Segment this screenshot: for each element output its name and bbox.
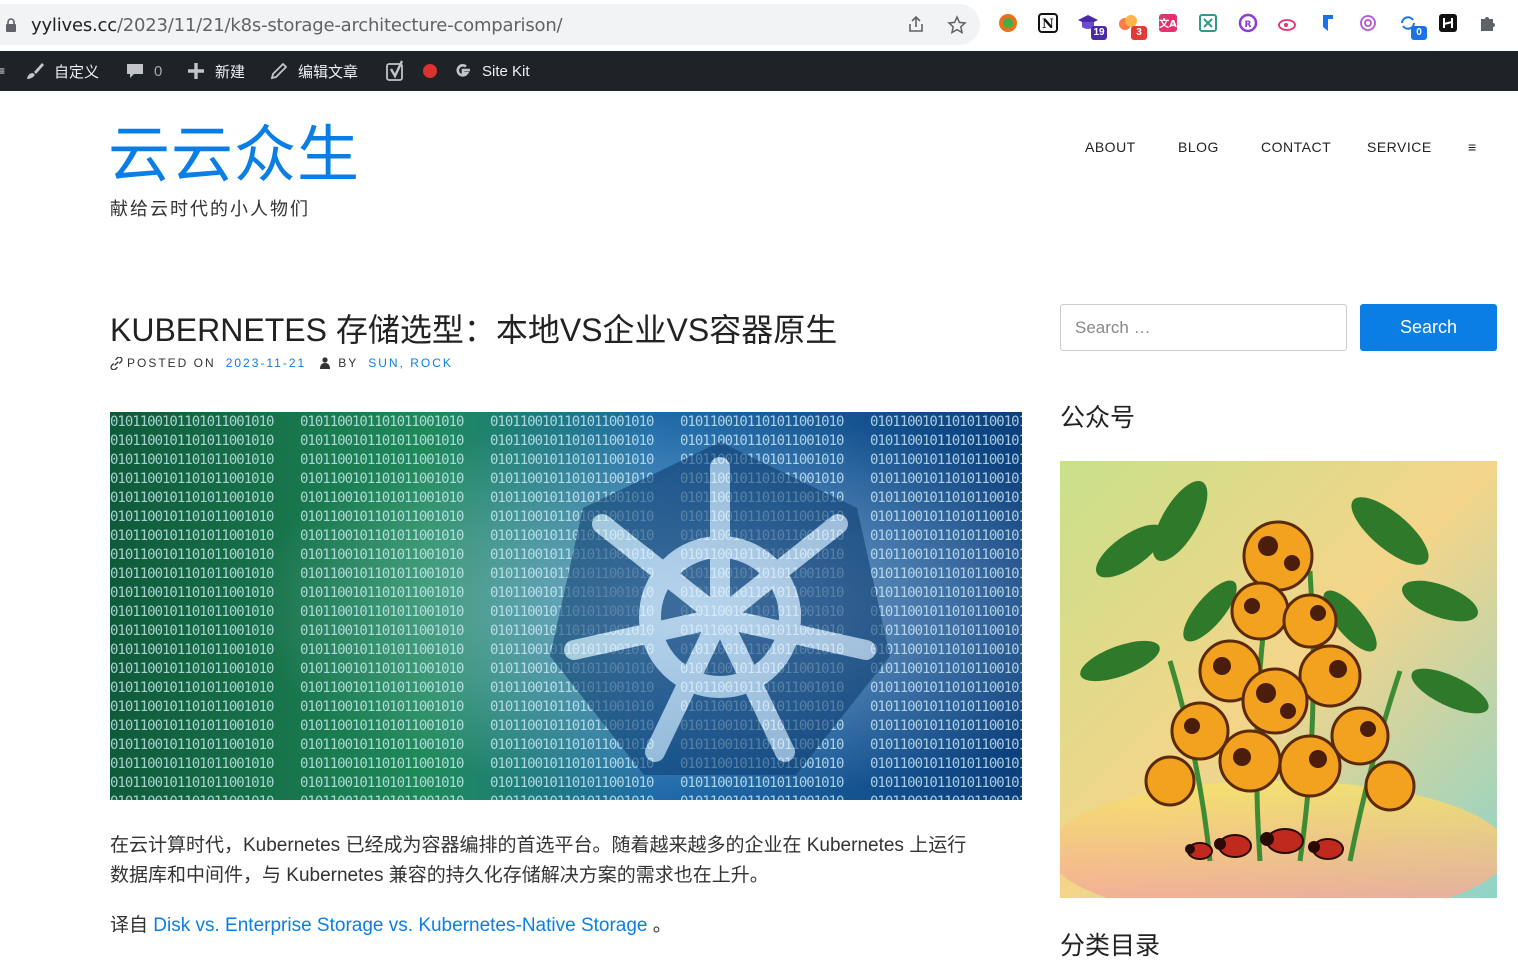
site-tagline: 献给云时代的小人物们 xyxy=(110,199,310,219)
wp-menu-icon[interactable]: ≡ xyxy=(0,51,5,91)
nav-about[interactable]: ABOUT xyxy=(1085,139,1136,155)
site-kit-link[interactable]: Site Kit xyxy=(453,51,530,91)
widget-title-categories: 分类目录 xyxy=(1060,932,1161,960)
svg-text:文A: 文A xyxy=(1159,17,1177,30)
translate-icon[interactable]: 文A xyxy=(1157,12,1179,34)
svg-text:R: R xyxy=(1245,20,1252,30)
post-author[interactable]: SUN, ROCK xyxy=(368,356,453,370)
user-icon xyxy=(320,357,331,369)
notion-icon[interactable]: N xyxy=(1037,12,1059,34)
search-button[interactable]: Search xyxy=(1360,304,1497,351)
site-kit-label: Site Kit xyxy=(482,62,530,80)
puzzle-icon[interactable] xyxy=(1477,12,1499,34)
cloud-extension-icon[interactable]: 3 xyxy=(1117,12,1147,40)
brush-icon xyxy=(27,63,44,79)
grid-extension-icon[interactable] xyxy=(1197,12,1219,34)
new-content-link[interactable]: 新建 xyxy=(186,51,245,91)
pencil-icon xyxy=(270,62,288,80)
extension-badge: 3 xyxy=(1131,26,1147,40)
nav-menu-icon[interactable]: ≡ xyxy=(1468,139,1477,155)
post-meta: POSTED ON 2023-11-21 BY SUN, ROCK xyxy=(110,356,453,370)
translation-source: 译自 Disk vs. Enterprise Storage vs. Kuber… xyxy=(110,911,672,941)
sync-extension-icon[interactable]: 0 xyxy=(1397,12,1427,40)
purple-extension-icon[interactable]: R xyxy=(1237,12,1259,34)
paragraph-line: 在云计算时代，Kubernetes 已经成为容器编排的首选平台。随着越来越多的企… xyxy=(110,835,967,856)
comments-count: 0 xyxy=(154,62,163,80)
post-paragraph: 在云计算时代，Kubernetes 已经成为容器编排的首选平台。随着越来越多的企… xyxy=(110,831,966,891)
url-host: yylives.cc xyxy=(31,15,117,36)
translation-prefix: 译自 xyxy=(110,915,154,936)
extension-badge: 19 xyxy=(1091,26,1107,40)
customize-link[interactable]: 自定义 xyxy=(25,51,99,91)
lock-icon[interactable] xyxy=(5,18,17,32)
edit-post-label: 编辑文章 xyxy=(298,63,359,81)
site-title[interactable]: 云云众生 xyxy=(108,124,360,186)
graduation-cap-icon[interactable]: 19 xyxy=(1077,12,1107,40)
weibo-icon[interactable] xyxy=(1277,12,1299,34)
comment-icon xyxy=(127,64,143,78)
posted-on-label: POSTED ON xyxy=(127,356,216,370)
google-icon xyxy=(456,64,470,77)
featured-image: 0101100101101011001010 xyxy=(110,412,1022,800)
wechat-account-image xyxy=(1060,461,1497,898)
source-article-link[interactable]: Disk vs. Enterprise Storage vs. Kubernet… xyxy=(153,915,647,936)
url-path: /2023/11/21/k8s-storage-architecture-com… xyxy=(116,15,563,36)
address-bar[interactable]: yylives.cc/2023/11/21/k8s-storage-archit… xyxy=(0,4,980,45)
wp-admin-bar: ≡ 自定义 0 新建 编辑文章 Site Kit xyxy=(0,51,1518,91)
nav-blog[interactable]: BLOG xyxy=(1178,139,1219,155)
paragraph-line: 数据库和中间件，与 Kubernetes 兼容的持久化存储解决方案的需求也在上升… xyxy=(110,865,769,886)
comments-link[interactable]: 0 xyxy=(125,51,162,91)
browser-toolbar: yylives.cc/2023/11/21/k8s-storage-archit… xyxy=(0,0,1518,51)
openai-icon[interactable] xyxy=(1357,12,1379,34)
customize-label: 自定义 xyxy=(54,63,100,81)
star-icon[interactable] xyxy=(947,15,967,35)
circle-extension-icon[interactable] xyxy=(997,12,1019,34)
bookmark-extension-icon[interactable] xyxy=(1317,12,1339,34)
status-red-dot-icon xyxy=(423,64,437,78)
new-label: 新建 xyxy=(215,63,246,81)
extension-badge: 0 xyxy=(1411,26,1427,40)
url-text[interactable]: yylives.cc/2023/11/21/k8s-storage-archit… xyxy=(31,15,563,36)
h-extension-icon[interactable] xyxy=(1437,12,1459,34)
post-date[interactable]: 2023-11-21 xyxy=(226,356,307,370)
search-input[interactable] xyxy=(1060,304,1347,351)
by-label: BY xyxy=(338,356,359,370)
plus-icon xyxy=(188,63,204,79)
share-icon[interactable] xyxy=(906,15,926,35)
widget-title-wechat: 公众号 xyxy=(1060,404,1136,432)
post-title: KUBERNETES 存储选型：本地VS企业VS容器原生 xyxy=(110,312,838,348)
nav-contact[interactable]: CONTACT xyxy=(1261,139,1331,155)
yoast-link[interactable] xyxy=(385,51,447,91)
nav-service[interactable]: SERVICE xyxy=(1367,139,1432,155)
link-icon xyxy=(110,356,123,370)
svg-text:N: N xyxy=(1042,17,1054,32)
edit-post-link[interactable]: 编辑文章 xyxy=(269,51,358,91)
yoast-icon xyxy=(386,60,404,81)
translation-suffix: 。 xyxy=(647,915,672,936)
